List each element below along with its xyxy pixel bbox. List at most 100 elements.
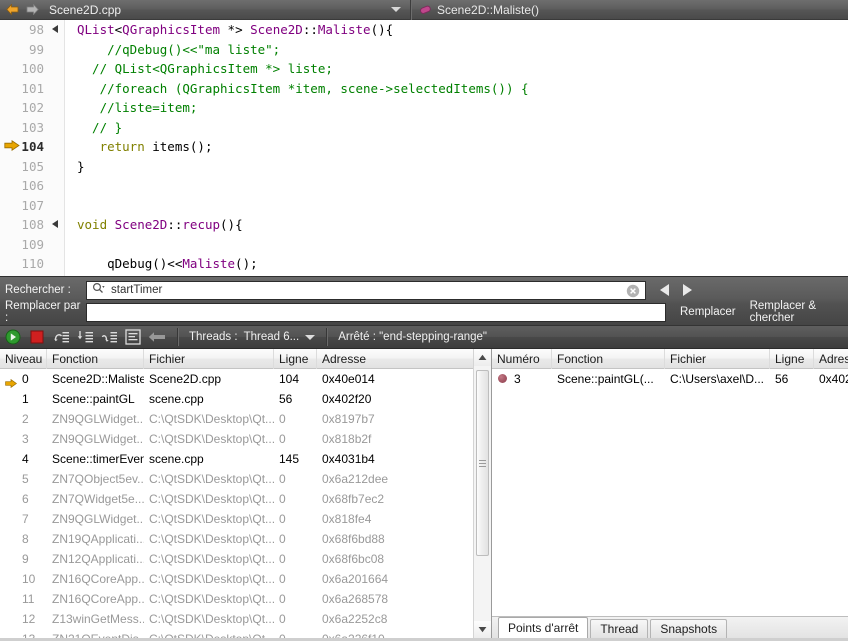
scrollbar-thumb[interactable] <box>476 370 489 556</box>
symbol-combobox[interactable]: Scene2D::Maliste() <box>411 3 848 17</box>
find-next-icon[interactable] <box>683 284 692 296</box>
stack-frame-row[interactable]: 10 ZN16QCoreApp... C:\QtSDK\Desktop\Qt... 0… <box>0 569 473 589</box>
reverse-arrow-icon[interactable] <box>148 328 166 346</box>
stack-scrollbar[interactable] <box>473 349 491 638</box>
stack-frame-row[interactable]: 1 Scene::paintGL scene.cpp 56 0x402f20 <box>0 389 473 409</box>
replace-row: Remplacer par : Remplacer Remplacer & ch… <box>0 300 848 324</box>
forward-arrow-icon[interactable] <box>26 4 39 15</box>
stack-frame-row[interactable]: 11 ZN16QCoreApp... C:\QtSDK\Desktop\Qt... 0… <box>0 589 473 609</box>
scrollbar-track[interactable] <box>474 366 491 621</box>
step-out-icon[interactable] <box>100 328 118 346</box>
code-line[interactable]: 109 <box>0 234 848 254</box>
toolbar-separator <box>326 328 328 346</box>
step-over-icon[interactable] <box>52 328 70 346</box>
cell-fonction: Scene::paintGL <box>52 392 135 406</box>
threads-selector[interactable]: Threads : Thread 6... <box>189 331 316 343</box>
code-line[interactable]: 111 <box>0 273 848 276</box>
breakpoint-dot-icon[interactable] <box>498 374 507 383</box>
code-line[interactable]: 108 void Scene2D::recup(){ <box>0 215 848 235</box>
find-previous-icon[interactable] <box>660 284 669 296</box>
stack-header: Niveau Fonction Fichier Ligne Adresse <box>0 348 473 369</box>
continue-icon[interactable] <box>4 328 22 346</box>
cell-ligne: 0 <box>279 572 286 586</box>
column-header[interactable]: Fonction <box>552 348 665 369</box>
cell-fonction: ZN21QEventDis... <box>47 629 144 638</box>
code-text: //liste=item; <box>65 98 848 118</box>
column-header[interactable]: Numéro <box>492 348 552 369</box>
replace-button[interactable]: Remplacer <box>680 306 736 318</box>
stack-frame-row[interactable]: 8 ZN19QApplicati... C:\QtSDK\Desktop\Qt...… <box>0 529 473 549</box>
code-token: items(); <box>144 139 213 154</box>
code-line[interactable]: 102 //liste=item; <box>0 98 848 118</box>
column-header[interactable]: Fonction <box>47 348 144 369</box>
code-line[interactable]: 110 qDebug()<<Maliste(); <box>0 254 848 274</box>
grip-icon <box>479 459 486 467</box>
code-line[interactable]: 104 return items(); <box>0 137 848 157</box>
breakpoints-table[interactable]: 3 Scene::paintGL(... C:\Users\axel\D... 56 0… <box>492 369 848 616</box>
tab-thread[interactable]: Thread <box>590 618 649 638</box>
stack-table[interactable]: 0 Scene2D::Maliste Scene2D.cpp 104 0x40e014 1… <box>0 369 473 638</box>
line-number: 111 <box>0 273 48 276</box>
column-header[interactable]: Adresse <box>814 349 848 369</box>
code-text: QList<QGraphicsItem *> Scene2D::Maliste(… <box>65 20 848 40</box>
column-header[interactable]: Fichier <box>144 348 274 369</box>
column-header[interactable]: Niveau <box>0 348 47 369</box>
magnifier-icon[interactable] <box>92 282 105 298</box>
cell-adresse: 0x4031b4 <box>322 452 375 466</box>
instruction-mode-icon[interactable] <box>124 328 142 346</box>
clear-circle-icon[interactable] <box>626 284 640 301</box>
code-editor[interactable]: 98 QList<QGraphicsItem *> Scene2D::Malist… <box>0 20 848 276</box>
current-frame-arrow-icon <box>5 374 17 389</box>
stack-frame-row[interactable]: 3 ZN9QGLWidget... C:\QtSDK\Desktop\Qt... 0 0… <box>0 429 473 449</box>
stack-frame-row[interactable]: 9 ZN12QApplicati... C:\QtSDK\Desktop\Qt...… <box>0 549 473 569</box>
stack-frame-row[interactable]: 0 Scene2D::Maliste Scene2D.cpp 104 0x40e014 <box>0 369 473 389</box>
fold-marker[interactable] <box>48 20 64 40</box>
stack-frame-row[interactable]: 6 ZN7QWidget5e... C:\QtSDK\Desktop\Qt... 0 0… <box>0 489 473 509</box>
code-line[interactable]: 101 //foreach (QGraphicsItem *item, scen… <box>0 78 848 98</box>
code-line[interactable]: 99 //qDebug()<<"ma liste"; <box>0 39 848 60</box>
replace-input[interactable] <box>86 302 666 322</box>
column-header[interactable]: Fichier <box>665 348 770 369</box>
cell-ligne: 0 <box>279 472 286 486</box>
stack-frame-row[interactable]: 7 ZN9QGLWidget... C:\QtSDK\Desktop\Qt... 0 0… <box>0 509 473 529</box>
scroll-down-button[interactable] <box>474 620 491 638</box>
tab-points-d-arr-t[interactable]: Points d'arrêt <box>498 616 589 638</box>
cell-fonction: Scene::paintGL(... <box>557 372 654 386</box>
code-text: //qDebug()<<"ma liste"; <box>65 40 848 60</box>
tab-snapshots[interactable]: Snapshots <box>650 618 728 638</box>
scroll-up-button[interactable] <box>474 349 491 366</box>
code-text: return items(); <box>65 137 848 157</box>
column-header[interactable]: Ligne <box>274 348 317 369</box>
fold-marker <box>48 254 64 274</box>
code-line[interactable]: 103 // } <box>0 117 848 137</box>
replace-and-find-button[interactable]: Remplacer & chercher <box>750 300 848 324</box>
stop-icon[interactable] <box>28 328 46 346</box>
breakpoint-row[interactable]: 3 Scene::paintGL(... C:\Users\axel\D... 56 0… <box>492 369 848 389</box>
code-line[interactable]: 107 <box>0 195 848 215</box>
search-input[interactable]: startTimer <box>86 280 646 301</box>
cell-adresse: 0x818b2f <box>322 432 372 446</box>
line-number: 106 <box>0 176 48 196</box>
debug-status-text: Arrêté : "end-stepping-range" <box>338 331 488 343</box>
code-line[interactable]: 100 // QList<QGraphicsItem *> liste; <box>0 59 848 79</box>
open-file-combobox[interactable]: Scene2D.cpp <box>43 0 411 20</box>
stack-frame-row[interactable]: 12 Z13winGetMess... C:\QtSDK\Desktop\Qt...… <box>0 609 473 629</box>
chevron-down-icon[interactable] <box>391 6 401 12</box>
fold-marker[interactable] <box>48 215 64 235</box>
code-token: //foreach (QGraphicsItem *item, scene->s… <box>77 80 529 96</box>
cell-fonction: ZN9QGLWidget... <box>52 412 144 426</box>
back-arrow-icon[interactable] <box>6 4 19 15</box>
code-line[interactable]: 98 QList<QGraphicsItem *> Scene2D::Malist… <box>0 20 848 40</box>
stack-frame-row[interactable]: 4 Scene::timerEvent scene.cpp 145 0x4031b4 <box>0 449 473 469</box>
stack-frame-row[interactable]: 13ZN21QEventDis...C:\QtSDK\Desktop\Qt...… <box>0 629 473 638</box>
column-header[interactable]: Adresse <box>317 349 473 369</box>
column-header[interactable]: Ligne <box>770 348 814 369</box>
chevron-down-icon[interactable] <box>305 334 316 340</box>
stack-frame-row[interactable]: 5 ZN7QObject5ev... C:\QtSDK\Desktop\Qt... 0… <box>0 469 473 489</box>
step-into-icon[interactable] <box>76 328 94 346</box>
code-line[interactable]: 105} <box>0 156 848 176</box>
stack-frame-row[interactable]: 2 ZN9QGLWidget... C:\QtSDK\Desktop\Qt... 0 0… <box>0 409 473 429</box>
cell-niveau: 11 <box>22 592 35 606</box>
code-line[interactable]: 106 <box>0 176 848 196</box>
code-token: Scene2D <box>250 22 303 37</box>
